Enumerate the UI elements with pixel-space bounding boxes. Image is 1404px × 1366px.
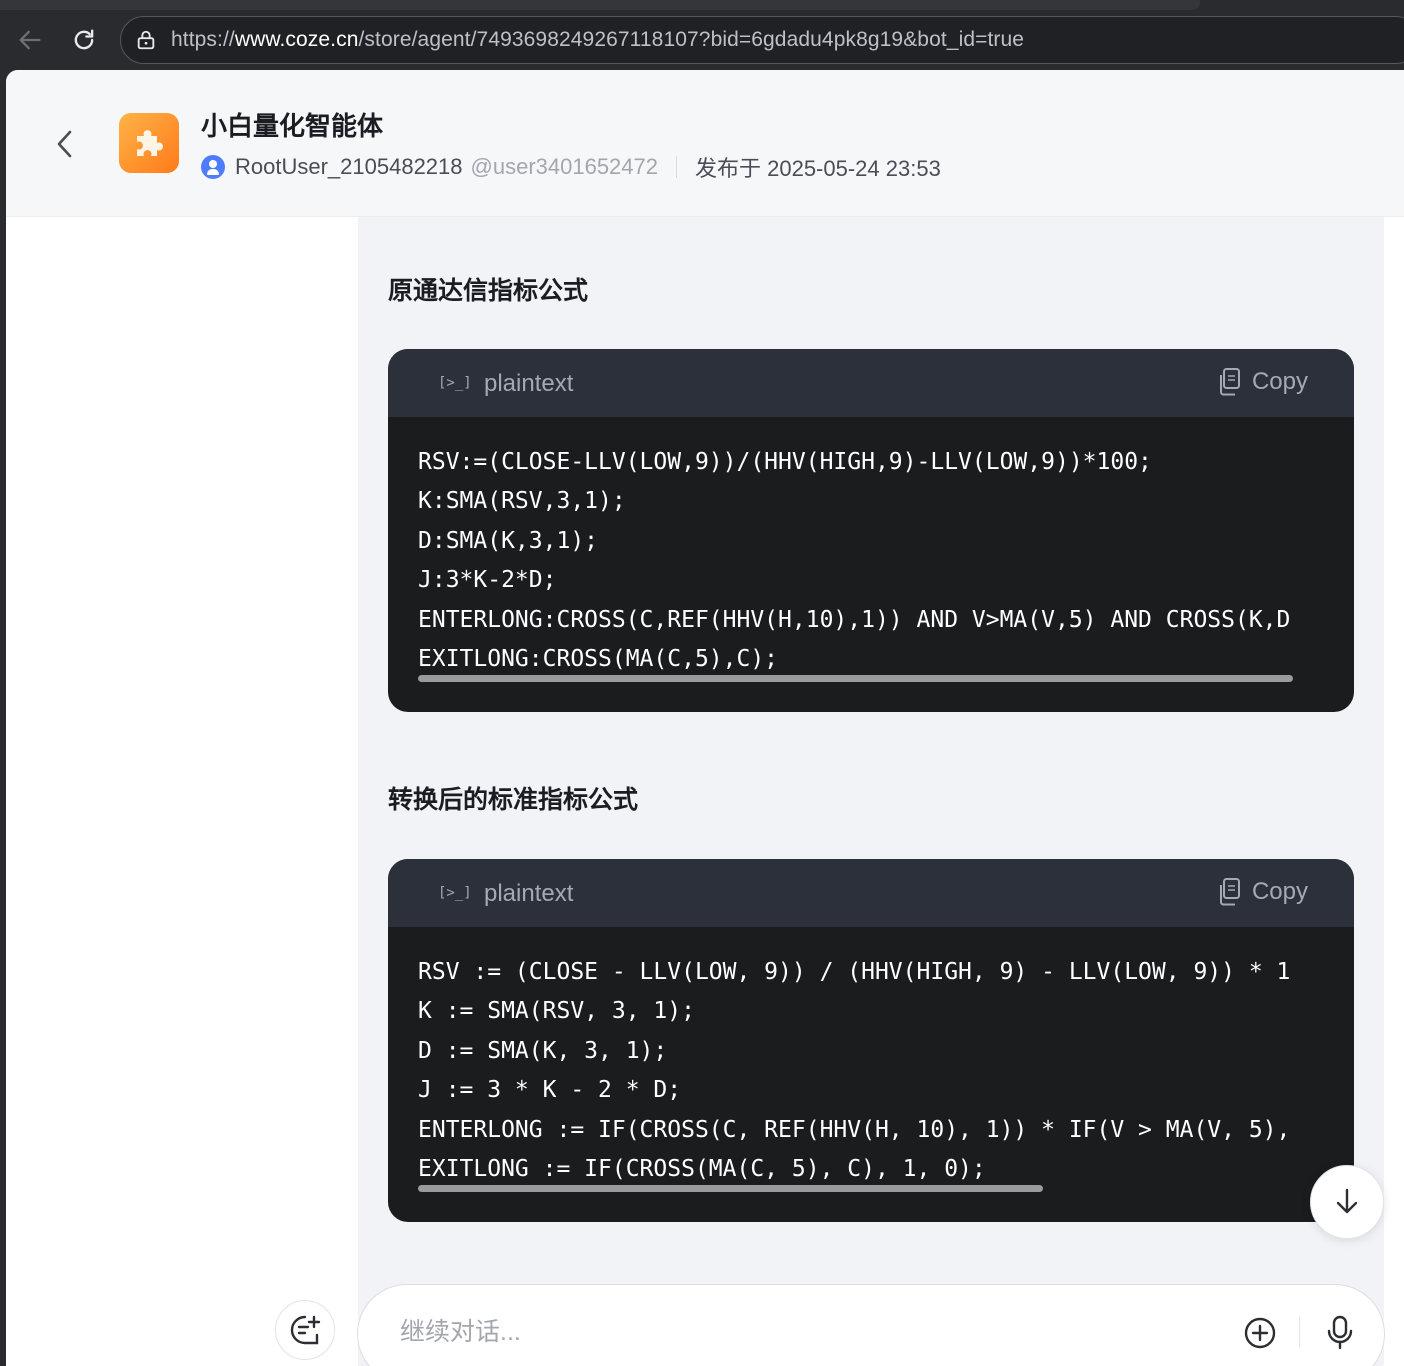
terminal-icon: [>_]	[438, 885, 472, 901]
code-line: RSV := (CLOSE - LLV(LOW, 9)) / (HHV(HIGH…	[418, 959, 1291, 985]
voice-input-button[interactable]	[1320, 1311, 1360, 1355]
copy-button[interactable]: Copy	[1216, 877, 1308, 907]
scroll-to-bottom-button[interactable]	[1310, 1165, 1384, 1239]
copy-label: Copy	[1251, 878, 1308, 905]
arrow-down-icon	[1336, 1188, 1358, 1214]
copy-button[interactable]: Copy	[1216, 367, 1308, 397]
back-button[interactable]	[50, 124, 80, 164]
add-attachment-button[interactable]	[1240, 1313, 1280, 1353]
chat-message-area[interactable]: 原通达信指标公式 [>_] plaintext Copy RSV:=(CLOSE…	[358, 217, 1384, 1366]
code-language: plaintext	[484, 880, 574, 907]
section-title: 转换后的标准指标公式	[388, 786, 639, 814]
message-composer	[357, 1284, 1385, 1366]
browser-back-button[interactable]	[12, 22, 48, 58]
code-line: EXITLONG := IF(CROSS(MA(C, 5), C), 1, 0)…	[418, 1156, 986, 1183]
code-line: ENTERLONG := IF(CROSS(C, REF(HHV(H, 10),…	[418, 1116, 1291, 1143]
bot-avatar[interactable]	[119, 113, 179, 173]
horizontal-scrollbar[interactable]	[418, 675, 1293, 682]
bot-meta: RootUser_2105482218 @user3401652472 发布于 …	[201, 152, 941, 182]
code-line: D := SMA(K, 3, 1);	[418, 1037, 668, 1064]
code-line: RSV:=(CLOSE-LLV(LOW,9))/(HHV(HIGH,9)-LLV…	[418, 449, 1152, 475]
author-handle: @user3401652472	[470, 154, 658, 179]
terminal-icon: [>_]	[438, 375, 472, 391]
chevron-left-icon	[57, 130, 72, 158]
puzzle-icon	[137, 130, 163, 156]
code-body[interactable]: RSV:=(CLOSE-LLV(LOW,9))/(HHV(HIGH,9)-LLV…	[388, 417, 1354, 712]
url-path: /store/agent/7493698249267118107?bid=6gd…	[358, 28, 1025, 51]
code-line: K := SMA(RSV, 3, 1);	[418, 998, 695, 1025]
bot-name: 小白量化智能体	[201, 111, 384, 141]
author-name[interactable]: RootUser_2105482218	[235, 154, 463, 180]
copy-icon	[1219, 368, 1240, 396]
url-host: www.coze.cn	[234, 28, 359, 51]
code-line: EXITLONG:CROSS(MA(C,5),C);	[418, 646, 779, 673]
code-body[interactable]: RSV := (CLOSE - LLV(LOW, 9)) / (HHV(HIGH…	[388, 927, 1354, 1222]
microphone-icon	[1327, 1315, 1353, 1350]
code-block: [>_] plaintext Copy RSV := (CLOSE - LLV(…	[388, 859, 1354, 1222]
copy-icon	[1219, 878, 1240, 906]
new-chat-button[interactable]	[275, 1300, 335, 1360]
code-line: J:3*K-2*D;	[418, 567, 557, 594]
divider	[1299, 1317, 1300, 1347]
code-language: plaintext	[484, 370, 574, 397]
bot-header: 小白量化智能体 RootUser_2105482218 @user3401652…	[6, 70, 1404, 217]
user-avatar-icon	[201, 155, 225, 179]
new-chat-icon	[290, 1315, 321, 1345]
divider	[676, 156, 677, 178]
browser-reload-button[interactable]	[66, 22, 102, 58]
copy-label: Copy	[1251, 368, 1308, 395]
code-block-header: [>_] plaintext Copy	[388, 859, 1354, 927]
code-line: D:SMA(K,3,1);	[418, 527, 599, 554]
code-block-header: [>_] plaintext Copy	[388, 349, 1354, 417]
publish-date: 发布于 2025-05-24 23:53	[695, 156, 941, 181]
code-block: [>_] plaintext Copy RSV:=(CLOSE-LLV(LOW,…	[388, 349, 1354, 712]
message-input[interactable]	[400, 1315, 1100, 1349]
address-bar[interactable]: https://www.coze.cn/store/agent/74936982…	[120, 16, 1404, 64]
url-text: https://www.coze.cn/store/agent/74936982…	[171, 28, 1024, 52]
horizontal-scrollbar[interactable]	[418, 1185, 1043, 1192]
reload-icon	[74, 29, 94, 50]
code-line: ENTERLONG:CROSS(C,REF(HHV(H,10),1)) AND …	[418, 606, 1291, 633]
browser-toolbar: https://www.coze.cn/store/agent/74936982…	[0, 0, 1404, 70]
page: 小白量化智能体 RootUser_2105482218 @user3401652…	[6, 70, 1404, 1366]
plus-circle-icon	[1244, 1317, 1276, 1349]
code-line: J := 3 * K - 2 * D;	[418, 1077, 682, 1104]
lock-icon[interactable]	[135, 29, 157, 51]
code-line: K:SMA(RSV,3,1);	[418, 488, 626, 515]
section-title: 原通达信指标公式	[388, 277, 589, 305]
arrow-left-icon	[19, 30, 41, 50]
url-scheme: https://	[171, 28, 235, 51]
